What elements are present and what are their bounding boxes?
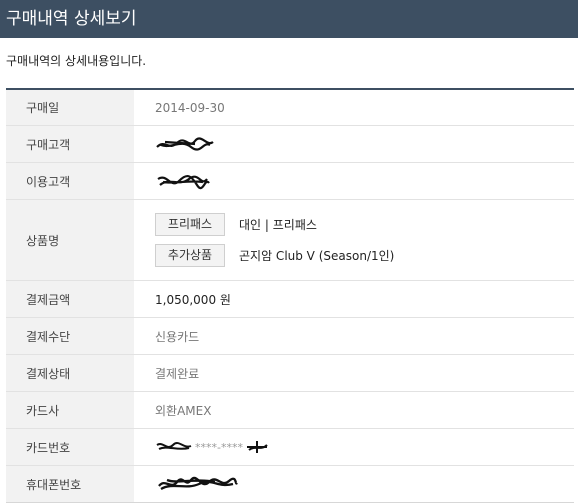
card-number-label: 카드번호	[6, 429, 134, 465]
row-payment-method: 결제수단 신용카드	[6, 318, 574, 355]
purchase-date-label: 구매일	[6, 90, 134, 125]
purchase-date-value: 2014-09-30	[155, 100, 225, 115]
page-title: 구매내역 상세보기	[6, 9, 137, 29]
row-purchase-date: 구매일 2014-09-30	[6, 90, 574, 126]
row-amount: 결제금액 1,050,000 원	[6, 281, 574, 318]
addon-tag-button[interactable]: 추가상품	[155, 244, 225, 267]
phone-label: 휴대폰번호	[6, 466, 134, 502]
row-payment-status: 결제상태 결제완료	[6, 355, 574, 392]
product-line: 추가상품 곤지암 Club V (Season/1인)	[155, 244, 394, 267]
product-name: 대인 | 프리패스	[239, 218, 317, 232]
purchase-detail-table: 구매일 2014-09-30 구매고객 이용고객 상품명 프리패스 대인 | 프…	[6, 88, 574, 503]
row-card-company: 카드사 외환AMEX	[6, 392, 574, 429]
buyer-label: 구매고객	[6, 126, 134, 162]
page-header: 구매내역 상세보기	[0, 0, 578, 38]
card-company-value: 외환AMEX	[155, 403, 212, 418]
product-label: 상품명	[6, 200, 134, 280]
payment-status-label: 결제상태	[6, 355, 134, 391]
phone-redaction-scribble	[158, 476, 238, 491]
amount-value: 1,050,000 원	[155, 292, 231, 307]
row-buyer: 구매고객	[6, 126, 574, 163]
intro-text: 구매내역의 상세내용입니다.	[6, 54, 147, 68]
payment-method-value: 신용카드	[155, 329, 200, 344]
row-phone: 휴대폰번호	[6, 466, 574, 502]
user-redaction-scribble	[157, 175, 210, 190]
row-product: 상품명 프리패스 대인 | 프리패스 추가상품 곤지암 Club V (Seas…	[6, 200, 574, 281]
freepass-tag-button[interactable]: 프리패스	[155, 213, 225, 236]
row-user: 이용고객	[6, 163, 574, 200]
payment-status-value: 결제완료	[155, 366, 200, 381]
product-name: 곤지암 Club V (Season/1인)	[239, 249, 395, 263]
buyer-redaction-scribble	[156, 137, 214, 151]
payment-method-label: 결제수단	[6, 318, 134, 354]
product-line: 프리패스 대인 | 프리패스	[155, 213, 394, 236]
card-number-masked: ****-****	[195, 440, 243, 454]
card-number-redaction-left	[156, 442, 192, 450]
card-number-redaction-right	[246, 441, 268, 453]
user-label: 이용고객	[6, 163, 134, 199]
amount-label: 결제금액	[6, 281, 134, 317]
row-card-number: 카드번호 ****-****	[6, 429, 574, 466]
card-company-label: 카드사	[6, 392, 134, 428]
